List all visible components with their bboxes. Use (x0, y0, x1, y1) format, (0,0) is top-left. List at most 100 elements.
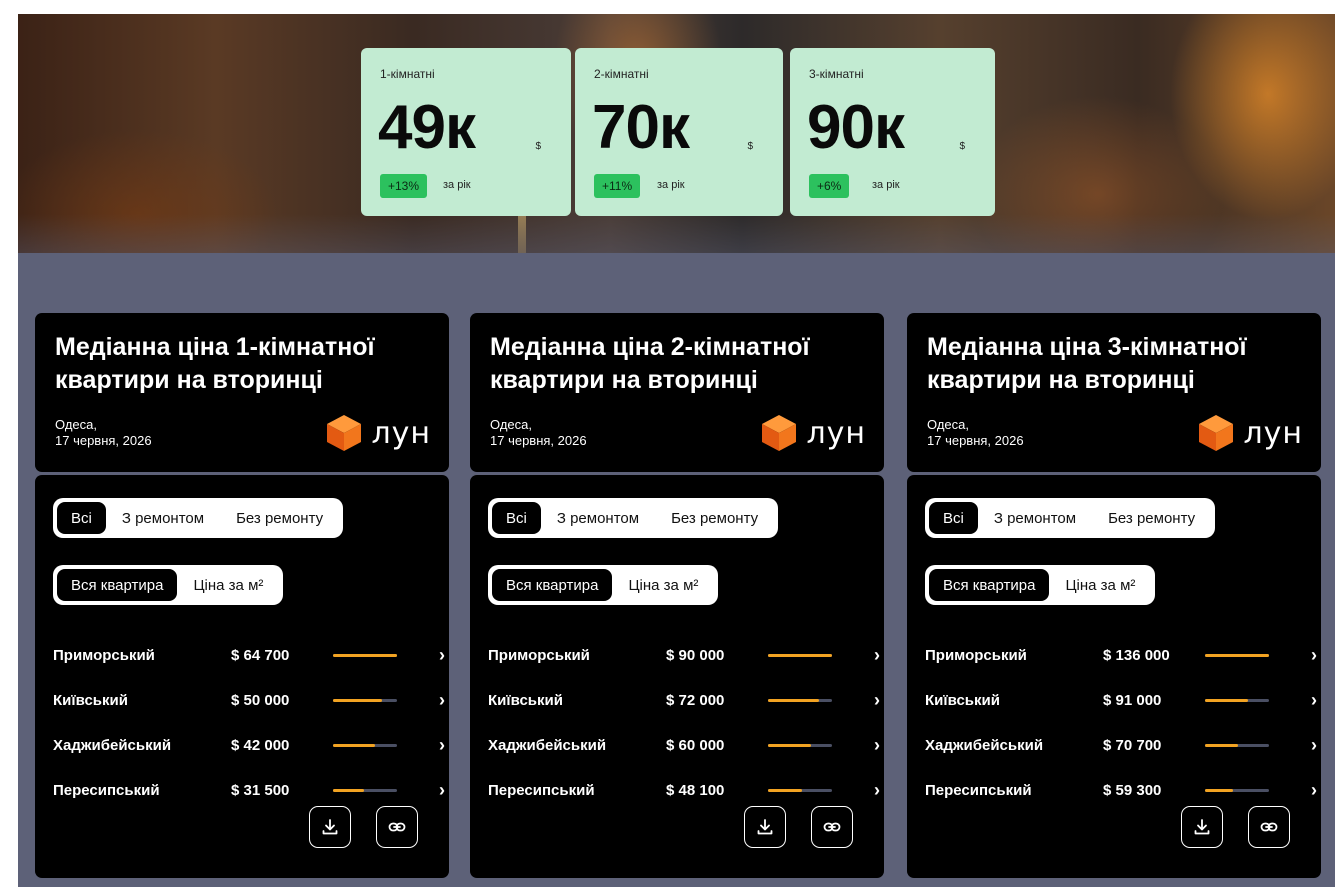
chevron-right-icon[interactable]: › (1311, 645, 1317, 666)
card-header: Медіанна ціна 3-кімнатної квартири на вт… (907, 313, 1321, 472)
lun-logo[interactable]: лун (760, 413, 866, 453)
district-row[interactable]: Хаджибейський $ 60 000 › (488, 723, 880, 768)
price-bar (1205, 744, 1269, 747)
price-bar-fill (1205, 744, 1239, 747)
chevron-right-icon[interactable]: › (439, 690, 445, 711)
chevron-right-icon[interactable]: › (874, 780, 880, 801)
lun-logo-text: лун (371, 415, 431, 451)
copy-link-button[interactable] (1248, 806, 1290, 848)
card-location: Одеса, 17 червня, 2026 (490, 417, 587, 449)
district-row[interactable]: Київський $ 91 000 › (925, 678, 1317, 723)
chevron-right-icon[interactable]: › (874, 690, 880, 711)
filter-renovated[interactable]: З ремонтом (978, 502, 1092, 534)
district-price: $ 42 000 (231, 737, 290, 754)
price-bar-fill (333, 744, 375, 747)
price-bar-fill (1205, 789, 1234, 792)
unit-filter: Вся квартира Ціна за м² (53, 565, 284, 605)
chevron-right-icon[interactable]: › (874, 645, 880, 666)
price-bar (333, 789, 397, 792)
filter-price-per-m2[interactable]: Ціна за м² (612, 569, 714, 601)
copy-link-button[interactable] (811, 806, 853, 848)
district-list: Приморський $ 64 700 › Київський $ 50 00… (53, 633, 445, 813)
district-name: Хаджибейський (488, 737, 607, 754)
chevron-right-icon[interactable]: › (439, 645, 445, 666)
district-price: $ 59 300 (1103, 782, 1162, 799)
price-bar (1205, 699, 1269, 702)
filter-whole-apartment[interactable]: Вся квартира (929, 569, 1050, 601)
district-row[interactable]: Приморський $ 90 000 › (488, 633, 880, 678)
card-location: Одеса, 17 червня, 2026 (55, 417, 152, 449)
card-date: 17 червня, 2026 (490, 433, 587, 448)
filter-renovated[interactable]: З ремонтом (106, 502, 220, 534)
district-row[interactable]: Приморський $ 64 700 › (53, 633, 445, 678)
district-list: Приморський $ 90 000 › Київський $ 72 00… (488, 633, 880, 813)
price-bar (768, 789, 832, 792)
card-city: Одеса, (490, 417, 532, 432)
price-bar-fill (768, 789, 802, 792)
filter-all[interactable]: Всі (492, 502, 541, 534)
lun-logo[interactable]: лун (325, 413, 431, 453)
chevron-right-icon[interactable]: › (874, 735, 880, 756)
price-bar-fill (768, 744, 811, 747)
filter-all[interactable]: Всі (57, 502, 106, 534)
download-button[interactable] (309, 806, 351, 848)
district-name: Хаджибейський (53, 737, 172, 754)
district-row[interactable]: Хаджибейський $ 42 000 › (53, 723, 445, 768)
unit-filter: Вся квартира Ціна за м² (925, 565, 1156, 605)
condition-filter: Всі З ремонтом Без ремонту (488, 498, 779, 538)
district-row[interactable]: Київський $ 50 000 › (53, 678, 445, 723)
chevron-right-icon[interactable]: › (1311, 735, 1317, 756)
card-body: Всі З ремонтом Без ремонту Вся квартира … (907, 475, 1321, 878)
district-price: $ 90 000 (666, 647, 725, 664)
filter-whole-apartment[interactable]: Вся квартира (492, 569, 613, 601)
chevron-right-icon[interactable]: › (1311, 780, 1317, 801)
district-price: $ 136 000 (1103, 647, 1170, 664)
filter-renovated[interactable]: З ремонтом (541, 502, 655, 534)
stat-value: 70к (592, 93, 690, 162)
chevron-right-icon[interactable]: › (439, 735, 445, 756)
stat-period: за рік (657, 179, 685, 191)
district-row[interactable]: Приморський $ 136 000 › (925, 633, 1317, 678)
district-price: $ 91 000 (1103, 692, 1162, 709)
unit-filter: Вся квартира Ціна за м² (488, 565, 719, 605)
district-name: Київський (925, 692, 1000, 709)
district-name: Приморський (53, 647, 155, 664)
card-date: 17 червня, 2026 (927, 433, 1024, 448)
download-button[interactable] (744, 806, 786, 848)
card-city: Одеса, (55, 417, 97, 432)
district-row[interactable]: Київський $ 72 000 › (488, 678, 880, 723)
card-title: Медіанна ціна 2-кімнатної квартири на вт… (490, 333, 810, 394)
card-header: Медіанна ціна 1-кімнатної квартири на вт… (35, 313, 449, 472)
stat-change-badge: +6% (809, 174, 850, 198)
lun-cube-icon (1199, 415, 1234, 451)
filter-not-renovated[interactable]: Без ремонту (1092, 502, 1211, 534)
filter-not-renovated[interactable]: Без ремонту (655, 502, 774, 534)
chevron-right-icon[interactable]: › (439, 780, 445, 801)
copy-link-button[interactable] (376, 806, 418, 848)
district-name: Хаджибейський (925, 737, 1044, 754)
chevron-right-icon[interactable]: › (1311, 690, 1317, 711)
stat-card-2room: 2-кімнатні 70к $ +11% за рік (575, 48, 783, 216)
filter-not-renovated[interactable]: Без ремонту (220, 502, 339, 534)
filter-all[interactable]: Всі (929, 502, 978, 534)
district-name: Київський (488, 692, 563, 709)
filter-price-per-m2[interactable]: Ціна за м² (177, 569, 279, 601)
lun-cube-icon (762, 415, 797, 451)
lun-logo[interactable]: лун (1197, 413, 1303, 453)
card-body: Всі З ремонтом Без ремонту Вся квартира … (35, 475, 449, 878)
price-bar-fill (768, 654, 832, 657)
download-button[interactable] (1181, 806, 1223, 848)
stat-change-badge: +11% (594, 174, 641, 198)
district-price: $ 31 500 (231, 782, 290, 799)
stat-card-1room: 1-кімнатні 49к $ +13% за рік (361, 48, 571, 216)
district-price: $ 64 700 (231, 647, 290, 664)
card-city: Одеса, (927, 417, 969, 432)
hero-fade (18, 214, 1335, 253)
price-bar (1205, 789, 1269, 792)
condition-filter: Всі З ремонтом Без ремонту (925, 498, 1216, 538)
filter-whole-apartment[interactable]: Вся квартира (57, 569, 178, 601)
price-bar (768, 744, 832, 747)
price-bar-fill (333, 789, 365, 792)
filter-price-per-m2[interactable]: Ціна за м² (1049, 569, 1151, 601)
district-row[interactable]: Хаджибейський $ 70 700 › (925, 723, 1317, 768)
